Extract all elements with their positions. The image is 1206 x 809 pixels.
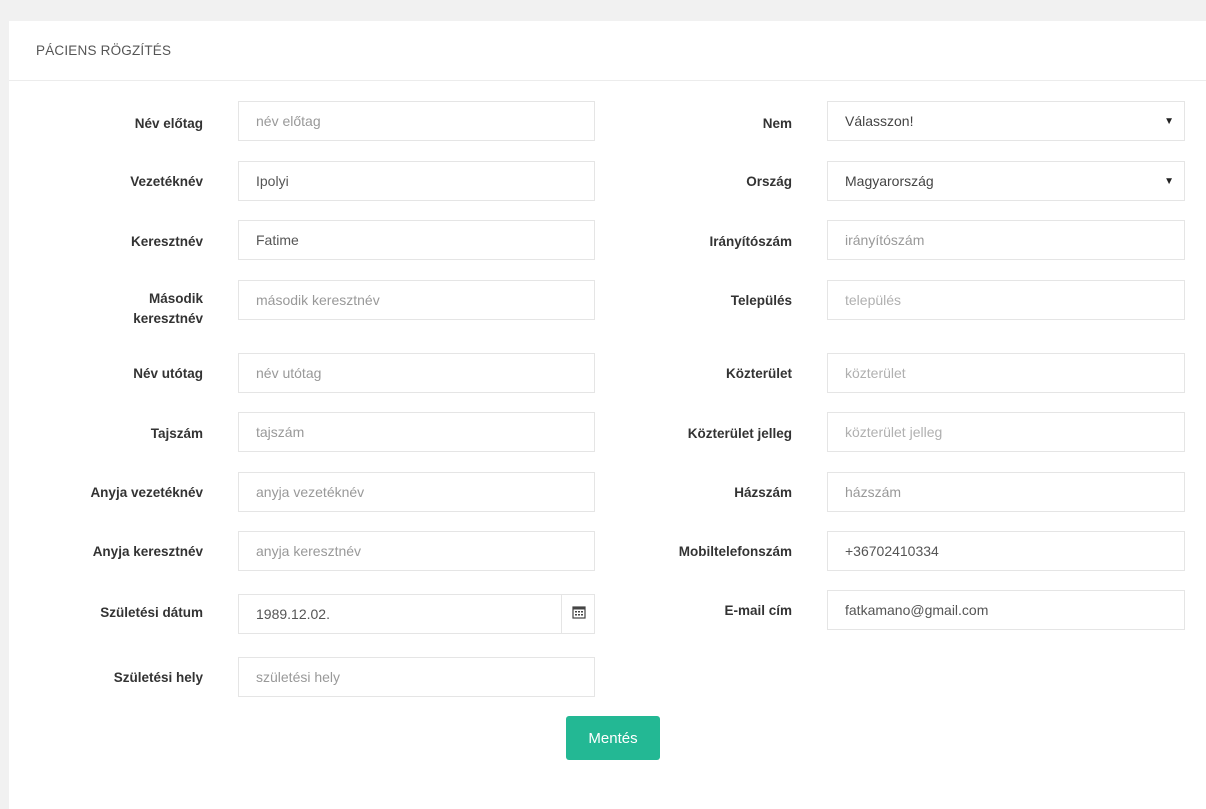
first-name-input[interactable] <box>238 220 595 260</box>
mother-last-name-label: Anyja vezetéknév <box>90 485 203 500</box>
gender-label: Nem <box>762 116 792 131</box>
mother-last-name-input[interactable] <box>238 472 595 512</box>
save-button[interactable]: Mentés <box>566 716 660 760</box>
name-prefix-label: Név előtag <box>134 116 203 131</box>
birth-place-label: Születési hely <box>113 670 203 685</box>
postal-code-label: Irányítószám <box>709 234 792 249</box>
middle-name-label-line2: keresztnév <box>133 311 203 326</box>
caret-down-icon: ▼ <box>1164 116 1174 127</box>
city-label: Település <box>730 293 792 308</box>
name-suffix-label: Név utótag <box>133 366 203 381</box>
street-type-label: Közterület jelleg <box>687 426 792 441</box>
gender-select[interactable]: Válasszon! ▼ <box>827 101 1185 141</box>
date-picker-button[interactable] <box>561 594 595 634</box>
birth-date-label: Születési dátum <box>100 605 203 620</box>
birth-place-input[interactable] <box>238 657 595 697</box>
city-input[interactable] <box>827 280 1185 320</box>
name-prefix-input[interactable] <box>238 101 595 141</box>
caret-down-icon: ▼ <box>1164 176 1174 187</box>
country-select[interactable]: Magyarország ▼ <box>827 161 1185 201</box>
country-selected-value: Magyarország <box>845 173 934 189</box>
mobile-phone-input[interactable] <box>827 531 1185 571</box>
street-label: Közterület <box>725 366 792 381</box>
mother-first-name-input[interactable] <box>238 531 595 571</box>
patient-form-panel: PÁCIENS RÖGZÍTÉS Név előtag Vezetéknév K… <box>9 21 1206 809</box>
email-label: E-mail cím <box>724 603 792 618</box>
mother-first-name-label: Anyja keresztnév <box>92 544 203 559</box>
first-name-label: Keresztnév <box>130 234 203 249</box>
last-name-label: Vezetéknév <box>130 174 203 189</box>
gender-selected-value: Válasszon! <box>845 113 914 129</box>
name-suffix-input[interactable] <box>238 353 595 393</box>
taj-number-input[interactable] <box>238 412 595 452</box>
house-number-label: Házszám <box>734 485 792 500</box>
house-number-input[interactable] <box>827 472 1185 512</box>
country-label: Ország <box>746 174 792 189</box>
page-title: PÁCIENS RÖGZÍTÉS <box>36 43 172 58</box>
last-name-input[interactable] <box>238 161 595 201</box>
middle-name-label-line1: Második <box>148 291 203 306</box>
street-type-input[interactable] <box>827 412 1185 452</box>
birth-date-input[interactable] <box>238 594 595 634</box>
postal-code-input[interactable] <box>827 220 1185 260</box>
panel-header: PÁCIENS RÖGZÍTÉS <box>9 21 1206 81</box>
street-input[interactable] <box>827 353 1185 393</box>
taj-number-label: Tajszám <box>150 426 203 441</box>
calendar-icon <box>571 605 586 624</box>
mobile-phone-label: Mobiltelefonszám <box>678 544 792 559</box>
middle-name-label: Második keresztnév <box>133 289 203 329</box>
birth-date-group <box>238 594 595 634</box>
middle-name-input[interactable] <box>238 280 595 320</box>
email-input[interactable] <box>827 590 1185 630</box>
